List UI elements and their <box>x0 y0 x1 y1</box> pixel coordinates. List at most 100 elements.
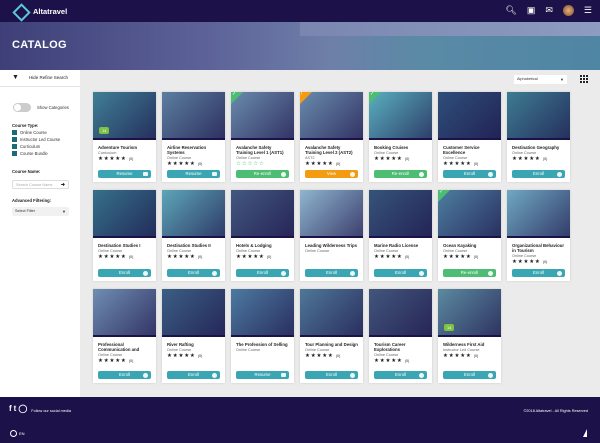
star-rating[interactable]: ★★★★★ (0) <box>162 160 225 167</box>
view-button[interactable]: View <box>305 170 358 178</box>
avatar[interactable] <box>562 5 574 16</box>
enroll-button[interactable]: Enroll <box>374 371 427 379</box>
course-title[interactable]: Destination Studies II <box>162 238 225 248</box>
course-title[interactable]: Marine Radio License <box>369 238 432 248</box>
star-rating[interactable]: ★★★★★ (0) <box>369 253 432 260</box>
cart-icon[interactable]: ▣ <box>527 4 536 17</box>
enroll-button[interactable]: Enroll <box>236 269 289 277</box>
star-rating[interactable]: ★★★★★ (0) <box>93 253 156 260</box>
course-card[interactable]: ! Avalanche Safety Training Level 2 (AST2… <box>300 91 363 182</box>
course-card[interactable]: Hotels & Lodging Online Course ★★★★★ (0) E… <box>231 190 294 281</box>
enroll-button[interactable]: Enroll <box>443 170 496 178</box>
course-image[interactable] <box>369 190 432 238</box>
enroll-button[interactable]: Enroll <box>98 371 151 379</box>
course-image[interactable] <box>438 92 501 140</box>
star-rating[interactable]: ★★★★★ (0) <box>369 155 432 162</box>
course-title[interactable]: Hotels & Lodging <box>231 238 294 248</box>
star-rating[interactable]: ★★★★★ (0) <box>93 155 156 162</box>
enroll-button[interactable]: Enroll <box>374 269 427 277</box>
menu-icon[interactable]: ☰ <box>584 4 592 17</box>
star-rating[interactable]: ★★★★★ (0) <box>162 253 225 260</box>
sort-select[interactable]: Alphabetical ▼ <box>514 75 567 84</box>
brand-name[interactable]: Altatravel <box>33 7 67 16</box>
course-image[interactable] <box>231 289 294 337</box>
re-enroll-button[interactable]: Re-enroll <box>236 170 289 178</box>
star-rating[interactable]: ★★★★★ (0) <box>300 352 363 359</box>
checkbox-instructor-led[interactable]: Instructor Led Course <box>12 137 60 142</box>
search-icon[interactable]: 🔍︎ <box>505 4 516 17</box>
checkbox-course-bundle[interactable]: Course Bundle <box>12 151 48 156</box>
star-rating[interactable]: ★★★★★ (0) <box>507 258 570 265</box>
enroll-button[interactable]: Enroll <box>305 371 358 379</box>
twitter-icon[interactable]: t <box>14 404 17 413</box>
course-card[interactable]: Organizational Behaviour in Tourism Onli… <box>507 190 570 281</box>
star-rating[interactable]: ★★★★★ (0) <box>438 253 501 260</box>
course-image[interactable]: ✓ <box>369 91 432 140</box>
course-image[interactable] <box>507 92 570 140</box>
star-rating[interactable]: ★★★★★ (0) <box>231 253 294 260</box>
course-card[interactable]: ✓ Booking Cruises Online Course ★★★★★ (0) R… <box>369 91 432 182</box>
star-rating[interactable]: ★★★★★ (0) <box>300 160 363 167</box>
course-title[interactable]: Avalanche Safety Training Level 1 (AST1) <box>231 140 294 155</box>
course-title[interactable]: Professional Communication and <box>93 337 156 352</box>
course-title[interactable]: Leading Wilderness Trips <box>300 238 363 248</box>
course-card[interactable]: Customer Service Excellence Online Cours… <box>438 92 501 182</box>
course-image[interactable]: 14 <box>438 289 501 337</box>
hide-refine-search-button[interactable]: ▼ Hide Refine Search <box>12 74 68 81</box>
course-image[interactable] <box>300 190 363 238</box>
course-image[interactable]: ✓ <box>231 91 294 140</box>
star-rating[interactable]: ★★★★★ (0) <box>369 357 432 364</box>
enroll-button[interactable]: Enroll <box>305 269 358 277</box>
course-title[interactable]: Tourism Career Explorations <box>369 337 432 352</box>
course-title[interactable]: The Profession of Selling <box>231 337 294 347</box>
course-title[interactable]: Avalanche Safety Training Level 2 (AST2) <box>300 140 363 155</box>
course-card[interactable]: Tourism Career Explorations Online Cours… <box>369 289 432 383</box>
re-enroll-button[interactable]: Re-enroll <box>443 269 496 277</box>
show-categories-toggle[interactable] <box>13 103 31 112</box>
course-image[interactable] <box>300 289 363 337</box>
course-card[interactable]: Destination Geography Online Course ★★★★★… <box>507 92 570 182</box>
course-name-search-input[interactable]: Search Course Name ➜ <box>12 180 69 189</box>
course-card[interactable]: Leading Wilderness Trips Online Course En… <box>300 190 363 281</box>
grid-view-icon[interactable] <box>580 75 588 83</box>
filter-select[interactable]: Select Filter ▼ <box>12 207 69 216</box>
course-title[interactable]: Ocean Kayaking <box>438 238 501 248</box>
star-rating[interactable]: ☆☆☆☆☆ <box>231 160 294 167</box>
course-card[interactable]: Professional Communication and Online Co… <box>93 289 156 383</box>
course-image[interactable]: ✓ <box>438 189 501 238</box>
course-card[interactable]: River Rafting Online Course ★★★★★ (0) Enro… <box>162 289 225 383</box>
course-image[interactable] <box>369 289 432 337</box>
re-enroll-button[interactable]: Re-enroll <box>374 170 427 178</box>
star-rating[interactable]: ★★★★★ (0) <box>438 160 501 167</box>
star-rating[interactable]: ★★★★★ (0) <box>507 155 570 162</box>
course-image[interactable]: ! <box>300 91 363 140</box>
course-card[interactable]: ✓ Ocean Kayaking Online Course ★★★★★ (0) Re… <box>438 189 501 281</box>
course-title[interactable]: Organizational Behaviour in Tourism <box>507 238 570 253</box>
star-rating[interactable]: ★★★★★ (0) <box>438 352 501 359</box>
course-card[interactable]: 14 Adventure Tourism Curriculum ★★★★★ (0) R… <box>93 92 156 182</box>
course-card[interactable]: ✓ Avalanche Safety Training Level 1 (AST1… <box>231 91 294 182</box>
course-title[interactable]: Airline Reservation Systems <box>162 140 225 155</box>
enroll-button[interactable]: Enroll <box>98 269 151 277</box>
course-card[interactable]: Destination Studies II Online Course ★★★★… <box>162 190 225 281</box>
resume-button[interactable]: Resume <box>98 170 151 178</box>
checkbox-online-course[interactable]: Online Course <box>12 130 47 135</box>
course-card[interactable]: Airline Reservation Systems Online Cours… <box>162 92 225 182</box>
enroll-button[interactable]: Enroll <box>512 269 565 277</box>
course-card[interactable]: Marine Radio License Online Course ★★★★★ … <box>369 190 432 281</box>
course-card[interactable]: The Profession of Selling Online Course R… <box>231 289 294 383</box>
course-title[interactable]: Wilderness First Aid <box>438 337 501 347</box>
course-image[interactable] <box>507 190 570 238</box>
course-image[interactable] <box>162 190 225 238</box>
checkbox-curriculum[interactable]: Curriculum <box>12 144 40 149</box>
course-image[interactable]: 14 <box>93 92 156 140</box>
course-card[interactable]: Tour Planning and Design Online Course ★★… <box>300 289 363 383</box>
course-image[interactable] <box>162 289 225 337</box>
course-card[interactable]: Destination Studies I Online Course ★★★★★… <box>93 190 156 281</box>
course-title[interactable]: Booking Cruises <box>369 140 432 150</box>
star-rating[interactable]: ★★★★★ (0) <box>162 352 225 359</box>
enroll-button[interactable]: Enroll <box>167 269 220 277</box>
course-title[interactable]: River Rafting <box>162 337 225 347</box>
course-title[interactable]: Destination Geography <box>507 140 570 150</box>
facebook-icon[interactable]: f <box>9 404 12 413</box>
